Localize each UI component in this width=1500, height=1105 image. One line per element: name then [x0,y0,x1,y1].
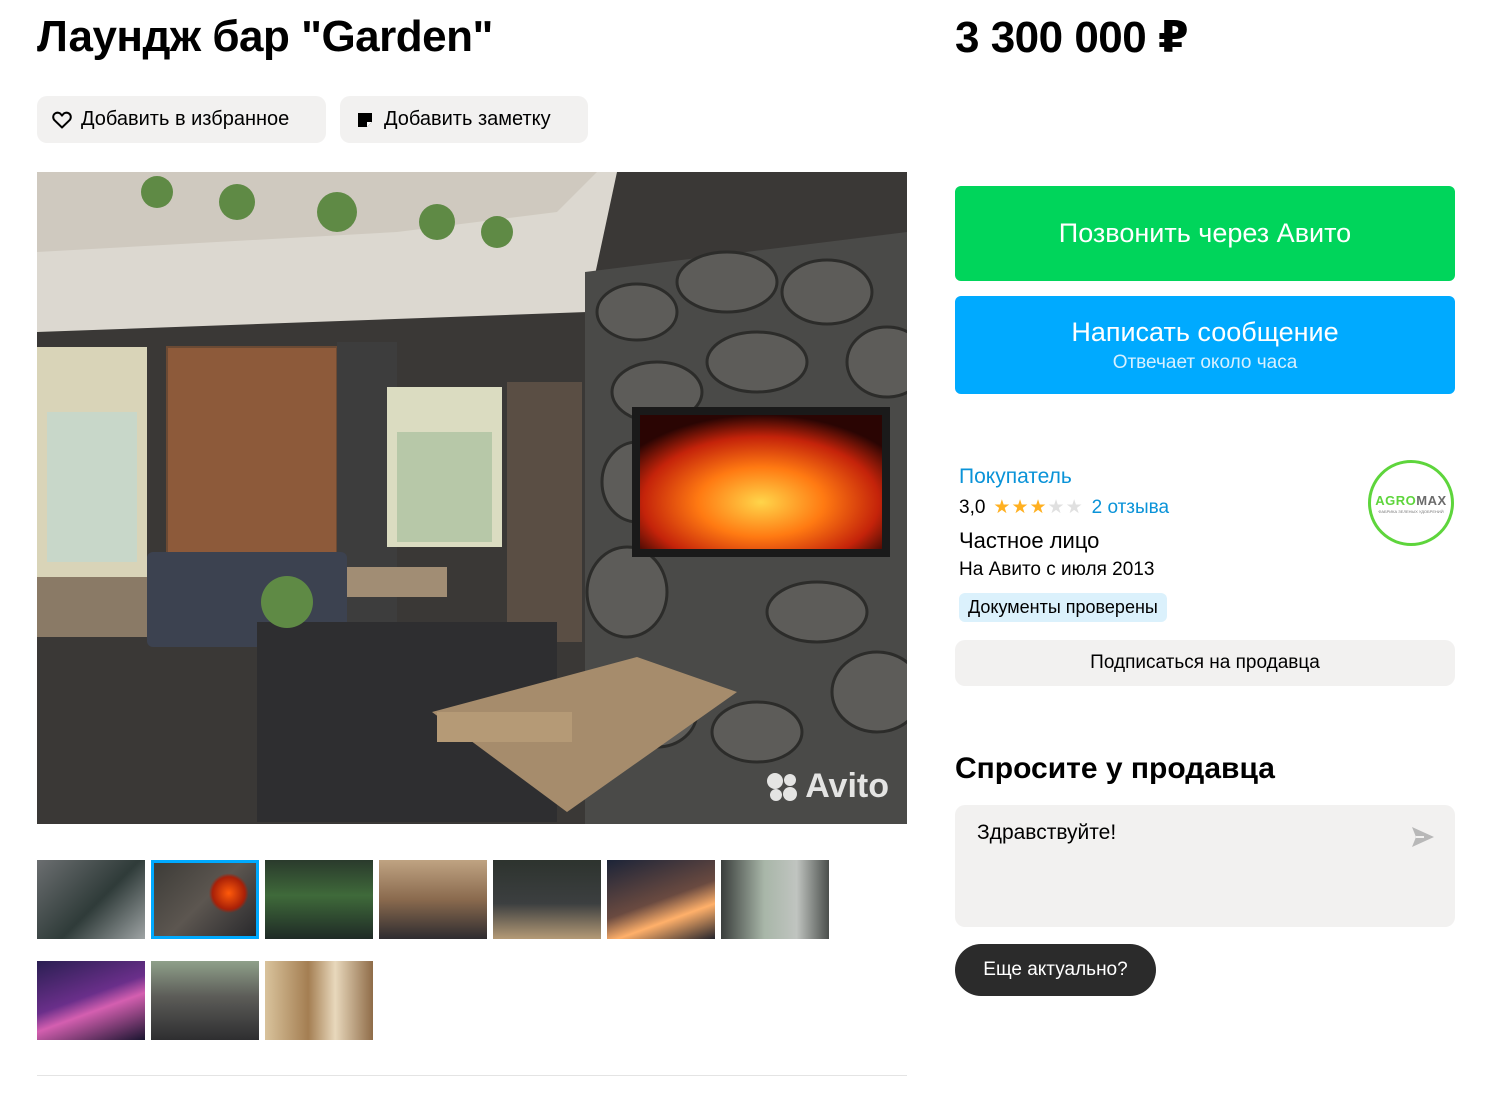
seller-name-link[interactable]: Покупатель [959,465,1072,489]
rating-stars: ★★★★★ [993,497,1084,518]
subscribe-label: Подписаться на продавца [1090,652,1320,673]
seller-logo-brand: AGROMAX [1375,492,1447,508]
quick-reply-label: Еще актуально? [983,959,1128,980]
thumbnail-8[interactable] [37,961,145,1040]
call-via-avito-button[interactable]: Позвонить через Авито [955,186,1455,281]
thumbnail-3[interactable] [265,860,373,939]
thumbnail-9[interactable] [151,961,259,1040]
main-photo[interactable]: Avito [37,172,907,824]
thumbnail-6[interactable] [607,860,715,939]
send-icon[interactable] [1409,823,1437,851]
seller-logo-tagline: ФАБРИКА ЗЕЛЕНЫХ УДОБРЕНИЙ [1378,508,1444,514]
add-to-favorites-button[interactable]: Добавить в избранное [37,96,326,143]
ask-seller-input[interactable] [977,821,1397,911]
avito-logo-icon [767,772,798,801]
subscribe-to-seller-button[interactable]: Подписаться на продавца [955,640,1455,686]
heart-icon [51,109,73,131]
rating-value: 3,0 [959,496,986,518]
add-note-label: Добавить заметку [384,108,551,130]
reviews-link[interactable]: 2 отзыва [1092,497,1170,519]
note-icon [354,109,376,131]
call-label: Позвонить через Авито [1058,218,1352,248]
add-note-button[interactable]: Добавить заметку [340,96,588,143]
thumbnail-5[interactable] [493,860,601,939]
message-label: Написать сообщение [1071,316,1339,347]
seller-type: Частное лицо [959,528,1100,553]
response-time: Отвечает около часа [1112,351,1298,373]
seller-rating: 3,0 ★★★★★ 2 отзыва [959,496,1169,519]
ask-seller-box [955,805,1455,927]
content-divider [37,1075,907,1076]
avito-watermark: Avito [765,767,889,806]
watermark-text: Avito [805,767,889,805]
thumbnail-2[interactable] [151,860,259,939]
seller-avatar[interactable]: AGROMAX ФАБРИКА ЗЕЛЕНЫХ УДОБРЕНИЙ [1368,460,1454,546]
add-to-favorites-label: Добавить в избранное [81,108,290,130]
listing-price: 3 300 000 ₽ [955,13,1189,62]
ask-seller-title: Спросите у продавца [955,752,1275,785]
documents-verified-badge: Документы проверены [959,593,1167,622]
seller-since: На Авито с июля 2013 [959,559,1155,580]
interior-photo [37,172,907,824]
listing-title: Лаундж бар "Garden" [37,12,493,61]
thumbnail-7[interactable] [721,860,829,939]
thumbnail-1[interactable] [37,860,145,939]
thumbnail-4[interactable] [379,860,487,939]
write-message-button[interactable]: Написать сообщение Отвечает около часа [955,296,1455,394]
thumbnail-10[interactable] [265,961,373,1040]
still-relevant-chip[interactable]: Еще актуально? [955,944,1156,996]
